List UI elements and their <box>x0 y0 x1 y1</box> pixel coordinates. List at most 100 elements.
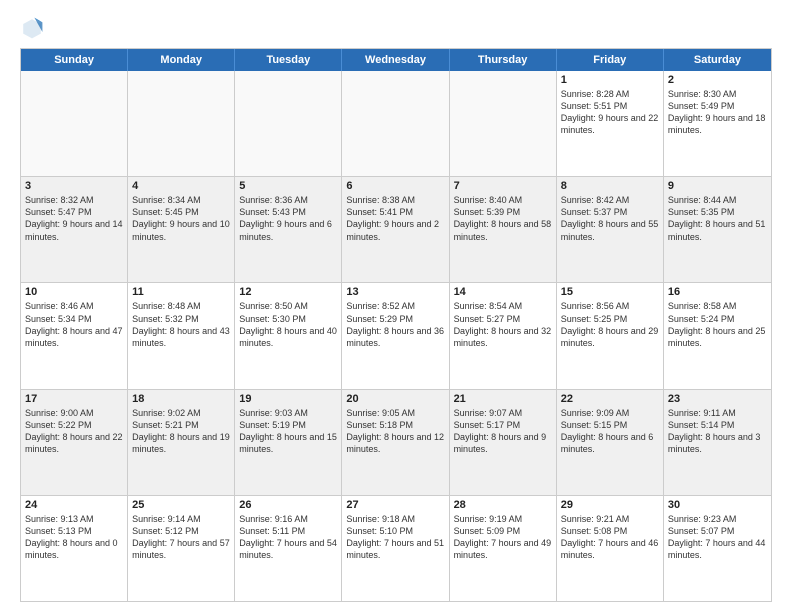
day-number: 13 <box>346 286 444 298</box>
day-number: 7 <box>454 180 552 192</box>
day-number: 26 <box>239 499 337 511</box>
day-info: Sunrise: 8:42 AM Sunset: 5:37 PM Dayligh… <box>561 194 659 243</box>
day-info: Sunrise: 8:46 AM Sunset: 5:34 PM Dayligh… <box>25 300 123 349</box>
day-number: 1 <box>561 74 659 86</box>
empty-cell-0-3 <box>342 71 449 176</box>
day-info: Sunrise: 8:58 AM Sunset: 5:24 PM Dayligh… <box>668 300 767 349</box>
day-info: Sunrise: 8:50 AM Sunset: 5:30 PM Dayligh… <box>239 300 337 349</box>
day-info: Sunrise: 9:05 AM Sunset: 5:18 PM Dayligh… <box>346 407 444 456</box>
calendar-row-3: 17 Sunrise: 9:00 AM Sunset: 5:22 PM Dayli… <box>21 389 771 495</box>
day-cell-26: 26 Sunrise: 9:16 AM Sunset: 5:11 PM Dayli… <box>235 496 342 601</box>
day-cell-6: 6 Sunrise: 8:38 AM Sunset: 5:41 PM Daylig… <box>342 177 449 282</box>
day-info: Sunrise: 8:56 AM Sunset: 5:25 PM Dayligh… <box>561 300 659 349</box>
day-cell-24: 24 Sunrise: 9:13 AM Sunset: 5:13 PM Dayli… <box>21 496 128 601</box>
day-info: Sunrise: 9:21 AM Sunset: 5:08 PM Dayligh… <box>561 513 659 562</box>
day-cell-5: 5Sunrise: 8:36 AM Sunset: 5:43 PM Daylig… <box>235 177 342 282</box>
day-info: Sunrise: 9:19 AM Sunset: 5:09 PM Dayligh… <box>454 513 552 562</box>
day-cell-15: 15Sunrise: 8:56 AM Sunset: 5:25 PM Dayli… <box>557 283 664 388</box>
calendar-row-2: 10Sunrise: 8:46 AM Sunset: 5:34 PM Dayli… <box>21 282 771 388</box>
day-info: Sunrise: 8:40 AM Sunset: 5:39 PM Dayligh… <box>454 194 552 243</box>
day-number: 6 <box>346 180 444 192</box>
day-cell-8: 8 Sunrise: 8:42 AM Sunset: 5:37 PM Daylig… <box>557 177 664 282</box>
day-info: Sunrise: 8:48 AM Sunset: 5:32 PM Dayligh… <box>132 300 230 349</box>
weekday-header-saturday: Saturday <box>664 49 771 71</box>
day-cell-13: 13Sunrise: 8:52 AM Sunset: 5:29 PM Dayli… <box>342 283 449 388</box>
day-cell-10: 10Sunrise: 8:46 AM Sunset: 5:34 PM Dayli… <box>21 283 128 388</box>
day-info: Sunrise: 8:54 AM Sunset: 5:27 PM Dayligh… <box>454 300 552 349</box>
calendar-row-0: 1Sunrise: 8:28 AM Sunset: 5:51 PM Daylig… <box>21 71 771 176</box>
header <box>20 16 772 40</box>
calendar: SundayMondayTuesdayWednesdayThursdayFrid… <box>20 48 772 602</box>
logo-icon <box>20 16 44 40</box>
day-info: Sunrise: 9:14 AM Sunset: 5:12 PM Dayligh… <box>132 513 230 562</box>
day-cell-14: 14Sunrise: 8:54 AM Sunset: 5:27 PM Dayli… <box>450 283 557 388</box>
weekday-header-thursday: Thursday <box>450 49 557 71</box>
day-cell-1: 1Sunrise: 8:28 AM Sunset: 5:51 PM Daylig… <box>557 71 664 176</box>
calendar-header: SundayMondayTuesdayWednesdayThursdayFrid… <box>21 49 771 71</box>
day-cell-27: 27 Sunrise: 9:18 AM Sunset: 5:10 PM Dayli… <box>342 496 449 601</box>
day-cell-2: 2Sunrise: 8:30 AM Sunset: 5:49 PM Daylig… <box>664 71 771 176</box>
day-cell-19: 19 Sunrise: 9:03 AM Sunset: 5:19 PM Dayli… <box>235 390 342 495</box>
weekday-header-friday: Friday <box>557 49 664 71</box>
day-info: Sunrise: 9:09 AM Sunset: 5:15 PM Dayligh… <box>561 407 659 456</box>
day-number: 17 <box>25 393 123 405</box>
day-cell-7: 7 Sunrise: 8:40 AM Sunset: 5:39 PM Daylig… <box>450 177 557 282</box>
day-info: Sunrise: 9:03 AM Sunset: 5:19 PM Dayligh… <box>239 407 337 456</box>
empty-cell-0-4 <box>450 71 557 176</box>
empty-cell-0-2 <box>235 71 342 176</box>
day-number: 11 <box>132 286 230 298</box>
day-number: 9 <box>668 180 767 192</box>
day-cell-17: 17 Sunrise: 9:00 AM Sunset: 5:22 PM Dayli… <box>21 390 128 495</box>
day-cell-30: 30 Sunrise: 9:23 AM Sunset: 5:07 PM Dayli… <box>664 496 771 601</box>
day-cell-12: 12 Sunrise: 8:50 AM Sunset: 5:30 PM Dayli… <box>235 283 342 388</box>
calendar-body: 1Sunrise: 8:28 AM Sunset: 5:51 PM Daylig… <box>21 71 771 601</box>
day-info: Sunrise: 8:32 AM Sunset: 5:47 PM Dayligh… <box>25 194 123 243</box>
day-cell-18: 18 Sunrise: 9:02 AM Sunset: 5:21 PM Dayli… <box>128 390 235 495</box>
day-info: Sunrise: 9:07 AM Sunset: 5:17 PM Dayligh… <box>454 407 552 456</box>
day-number: 23 <box>668 393 767 405</box>
day-number: 24 <box>25 499 123 511</box>
page: SundayMondayTuesdayWednesdayThursdayFrid… <box>0 0 792 612</box>
day-cell-9: 9 Sunrise: 8:44 AM Sunset: 5:35 PM Daylig… <box>664 177 771 282</box>
day-number: 21 <box>454 393 552 405</box>
day-number: 3 <box>25 180 123 192</box>
day-number: 8 <box>561 180 659 192</box>
weekday-header-sunday: Sunday <box>21 49 128 71</box>
day-number: 20 <box>346 393 444 405</box>
weekday-header-tuesday: Tuesday <box>235 49 342 71</box>
day-info: Sunrise: 9:16 AM Sunset: 5:11 PM Dayligh… <box>239 513 337 562</box>
day-number: 2 <box>668 74 767 86</box>
day-info: Sunrise: 8:34 AM Sunset: 5:45 PM Dayligh… <box>132 194 230 243</box>
day-number: 30 <box>668 499 767 511</box>
day-number: 12 <box>239 286 337 298</box>
day-info: Sunrise: 9:00 AM Sunset: 5:22 PM Dayligh… <box>25 407 123 456</box>
weekday-header-monday: Monday <box>128 49 235 71</box>
day-cell-16: 16 Sunrise: 8:58 AM Sunset: 5:24 PM Dayli… <box>664 283 771 388</box>
logo <box>20 16 48 40</box>
day-info: Sunrise: 9:13 AM Sunset: 5:13 PM Dayligh… <box>25 513 123 562</box>
day-cell-3: 3 Sunrise: 8:32 AM Sunset: 5:47 PM Daylig… <box>21 177 128 282</box>
day-info: Sunrise: 8:44 AM Sunset: 5:35 PM Dayligh… <box>668 194 767 243</box>
day-number: 18 <box>132 393 230 405</box>
day-info: Sunrise: 9:23 AM Sunset: 5:07 PM Dayligh… <box>668 513 767 562</box>
day-info: Sunrise: 9:11 AM Sunset: 5:14 PM Dayligh… <box>668 407 767 456</box>
weekday-header-wednesday: Wednesday <box>342 49 449 71</box>
day-cell-11: 11 Sunrise: 8:48 AM Sunset: 5:32 PM Dayli… <box>128 283 235 388</box>
day-cell-23: 23 Sunrise: 9:11 AM Sunset: 5:14 PM Dayli… <box>664 390 771 495</box>
day-info: Sunrise: 9:02 AM Sunset: 5:21 PM Dayligh… <box>132 407 230 456</box>
day-cell-22: 22Sunrise: 9:09 AM Sunset: 5:15 PM Dayli… <box>557 390 664 495</box>
day-number: 16 <box>668 286 767 298</box>
day-number: 5 <box>239 180 337 192</box>
day-cell-4: 4 Sunrise: 8:34 AM Sunset: 5:45 PM Daylig… <box>128 177 235 282</box>
day-number: 19 <box>239 393 337 405</box>
day-info: Sunrise: 9:18 AM Sunset: 5:10 PM Dayligh… <box>346 513 444 562</box>
empty-cell-0-0 <box>21 71 128 176</box>
day-info: Sunrise: 8:38 AM Sunset: 5:41 PM Dayligh… <box>346 194 444 243</box>
day-number: 28 <box>454 499 552 511</box>
day-number: 4 <box>132 180 230 192</box>
empty-cell-0-1 <box>128 71 235 176</box>
day-number: 29 <box>561 499 659 511</box>
day-cell-20: 20 Sunrise: 9:05 AM Sunset: 5:18 PM Dayli… <box>342 390 449 495</box>
day-number: 27 <box>346 499 444 511</box>
day-cell-21: 21 Sunrise: 9:07 AM Sunset: 5:17 PM Dayli… <box>450 390 557 495</box>
